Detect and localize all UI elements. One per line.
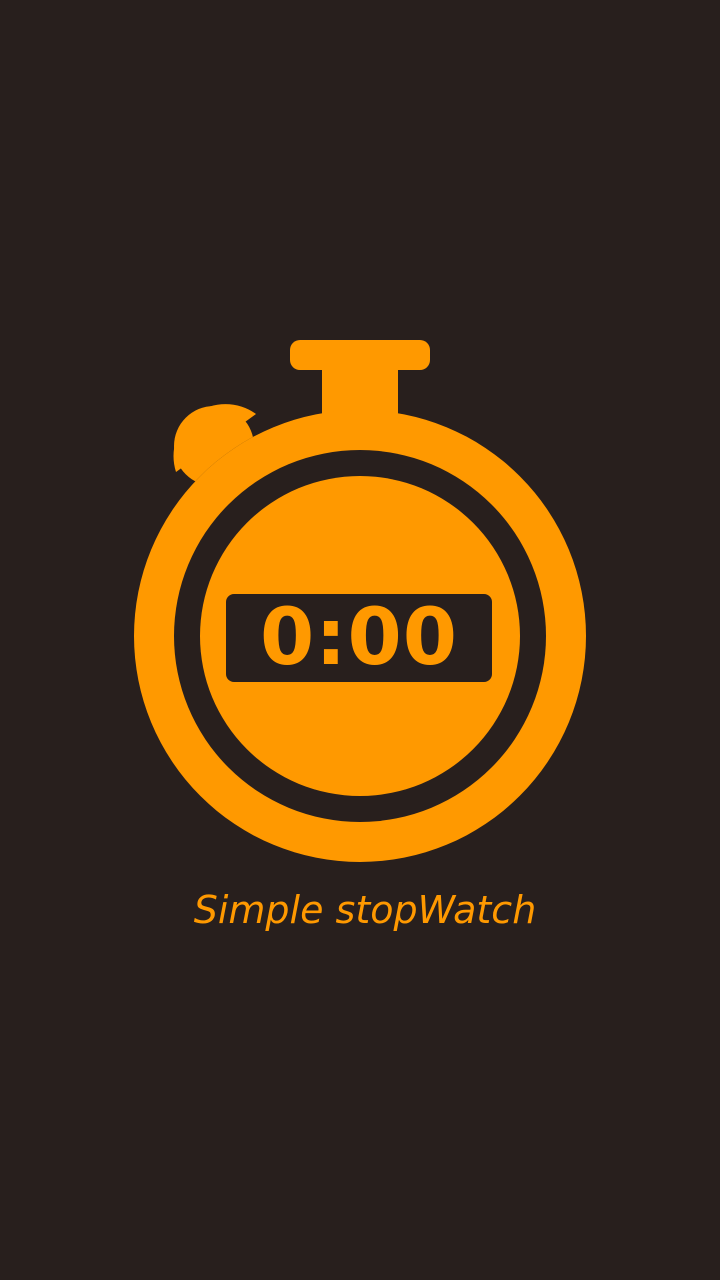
splash-screen: 0:00 Simple stopWatch: [0, 0, 720, 1280]
time-display: 0:00: [259, 593, 458, 683]
stopwatch-logo: 0:00: [0, 0, 720, 1280]
app-title: Simple stopWatch: [193, 888, 537, 932]
